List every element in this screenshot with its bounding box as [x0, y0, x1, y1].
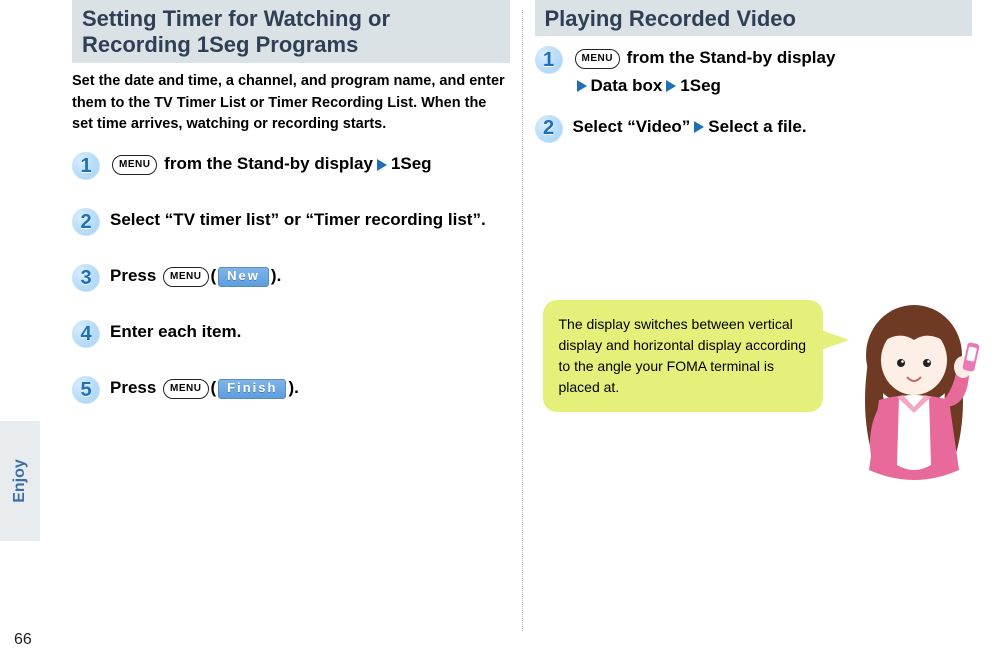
left-step-5: 5 Press MENU(Finish).	[72, 374, 510, 404]
step-body: Press MENU(New).	[110, 262, 281, 289]
step-text: Data box	[591, 76, 663, 95]
left-step-2: 2 Select “TV timer list” or “Timer recor…	[72, 206, 510, 236]
page-number: 66	[14, 631, 32, 649]
step-text: from the Stand-by display	[159, 154, 372, 173]
left-heading: Setting Timer for Watching or Recording …	[72, 0, 510, 63]
right-title: Playing Recorded Video	[545, 6, 963, 32]
arrow-icon	[377, 159, 387, 171]
arrow-icon	[577, 80, 587, 92]
menu-key-icon: MENU	[575, 49, 620, 69]
step-text: (	[211, 378, 217, 397]
step-text: 1Seg	[680, 76, 721, 95]
step-number: 5	[72, 376, 100, 404]
step-text: Enter each item.	[110, 318, 241, 345]
mascot-illustration-icon	[819, 295, 984, 495]
left-step-4: 4 Enter each item.	[72, 318, 510, 348]
side-tab-label: Enjoy	[11, 459, 29, 503]
left-step-3: 3 Press MENU(New).	[72, 262, 510, 292]
left-step-1: 1 MENU from the Stand-by display 1Seg	[72, 150, 510, 180]
step-number: 2	[72, 208, 100, 236]
step-number: 3	[72, 264, 100, 292]
menu-key-icon: MENU	[163, 379, 208, 399]
step-number: 4	[72, 320, 100, 348]
arrow-icon	[694, 121, 704, 133]
right-step-2: 2 Select “Video” Select a file.	[535, 113, 973, 143]
screen-button-new-icon: New	[218, 267, 269, 287]
step-text: 1Seg	[391, 154, 432, 173]
menu-key-icon: MENU	[112, 155, 157, 175]
step-text: Press	[110, 378, 161, 397]
right-column: Playing Recorded Video 1 MENU from the S…	[523, 0, 985, 661]
step-body: Press MENU(Finish).	[110, 374, 299, 401]
tip-text: The display switches between vertical di…	[559, 316, 806, 395]
arrow-icon	[666, 80, 676, 92]
right-heading: Playing Recorded Video	[535, 0, 973, 36]
step-text: ).	[271, 266, 281, 285]
step-number: 1	[72, 152, 100, 180]
side-tab: Enjoy	[0, 0, 40, 661]
step-text: (	[211, 266, 217, 285]
step-number: 1	[535, 46, 563, 74]
left-intro: Set the date and time, a channel, and pr…	[72, 71, 510, 136]
step-body: MENU from the Stand-by display Data box 1…	[573, 44, 836, 98]
left-title: Setting Timer for Watching or Recording …	[82, 6, 500, 59]
side-tab-highlight: Enjoy	[0, 421, 40, 541]
screen-button-finish-icon: Finish	[218, 379, 286, 399]
step-text: from the Stand-by display	[622, 48, 835, 67]
step-text: Press	[110, 266, 161, 285]
step-body: Select “Video” Select a file.	[573, 113, 807, 140]
step-text: Select “Video”	[573, 117, 691, 136]
step-number: 2	[535, 115, 563, 143]
left-column: Setting Timer for Watching or Recording …	[60, 0, 522, 661]
step-text: ).	[288, 378, 298, 397]
right-step-1: 1 MENU from the Stand-by display Data bo…	[535, 44, 973, 98]
step-text: Select a file.	[708, 117, 806, 136]
step-text: Select “TV timer list” or “Timer recordi…	[110, 206, 486, 233]
tip-callout: The display switches between vertical di…	[543, 300, 823, 412]
step-body: MENU from the Stand-by display 1Seg	[110, 150, 432, 177]
menu-key-icon: MENU	[163, 267, 208, 287]
